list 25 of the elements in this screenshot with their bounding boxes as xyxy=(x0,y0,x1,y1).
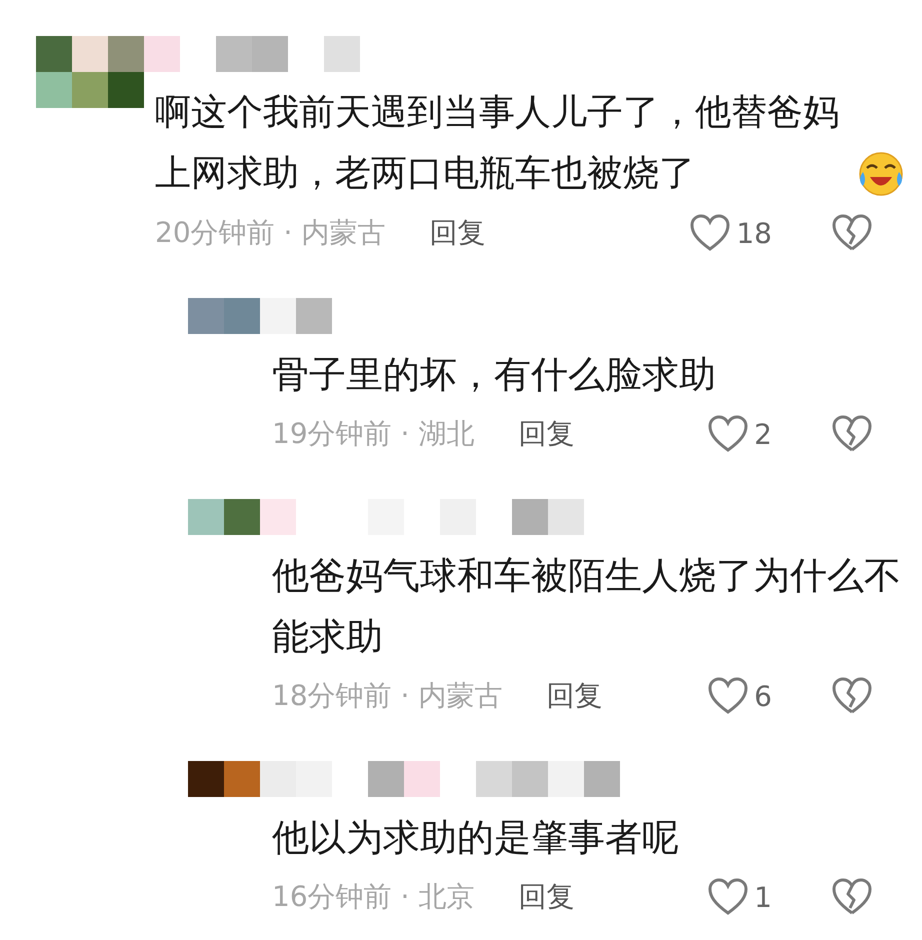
timestamp-location: 18分钟前 · 内蒙古 xyxy=(272,678,502,714)
timestamp-location: 19分钟前 · 湖北 xyxy=(272,416,474,452)
timestamp-location: 16分钟前 · 北京 xyxy=(272,879,474,915)
like-count: 18 xyxy=(736,216,772,250)
broken-heart-icon xyxy=(832,677,872,715)
broken-heart-icon xyxy=(832,878,872,916)
reply-link[interactable]: 回复 xyxy=(518,415,574,453)
like-count: 6 xyxy=(754,680,772,712)
heart-icon xyxy=(708,878,748,916)
heart-icon xyxy=(708,677,748,715)
reply-link[interactable]: 回复 xyxy=(429,214,486,252)
comment-text: 他爸妈气球和车被陌生人烧了为什么不能求助 xyxy=(272,553,902,660)
broken-heart-icon xyxy=(832,214,872,252)
like-count: 1 xyxy=(754,880,772,914)
reply-link[interactable]: 回复 xyxy=(546,677,602,715)
broken-heart-icon xyxy=(832,415,872,453)
comment-text: 他以为求助的是肇事者呢 xyxy=(272,815,680,861)
comment-text: 啊这个我前天遇到当事人儿子了，他替爸妈上网求助，老两口电瓶车也被烧了 xyxy=(155,91,840,196)
reply-link[interactable]: 回复 xyxy=(518,878,574,916)
like-count: 2 xyxy=(754,418,772,450)
laughing-crying-emoji-icon xyxy=(857,150,905,198)
timestamp-location: 20分钟前 · 内蒙古 xyxy=(155,215,386,251)
heart-icon xyxy=(708,415,748,453)
comment-text: 骨子里的坏，有什么脸求助 xyxy=(272,352,717,398)
heart-icon xyxy=(690,214,730,252)
